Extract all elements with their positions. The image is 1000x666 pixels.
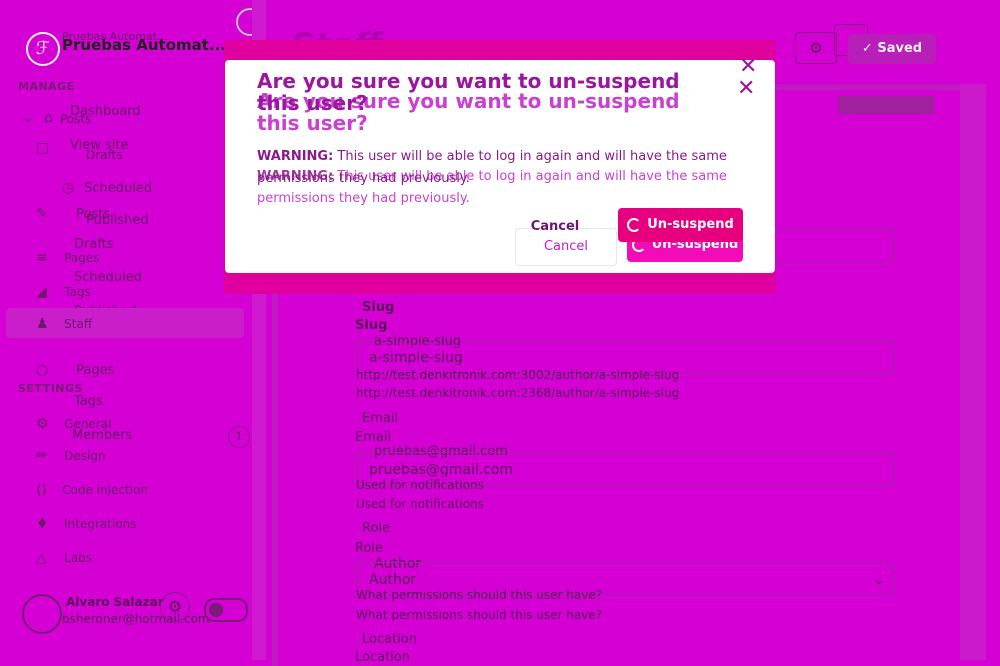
- window-icon: □: [36, 140, 50, 156]
- puzzle-icon: ♦: [36, 516, 49, 532]
- sidebar-item-posts-echo: Posts: [60, 112, 92, 126]
- circle-icon: ○: [36, 362, 49, 378]
- email-hint: Used for notifications: [356, 478, 484, 492]
- slug-url-hint-echo: http://test.denkitronik.com:2368/author/…: [356, 386, 680, 400]
- sidebar-item-label: Staff: [64, 317, 93, 331]
- sidebar-item-posts-collapse[interactable]: ⌄ ⌂: [22, 106, 62, 130]
- sidebar-item-label: Scheduled: [84, 181, 153, 196]
- role-hint: What permissions should this user have?: [356, 588, 603, 602]
- cover-image-bar[interactable]: [838, 96, 934, 114]
- modal-warning: WARNING: This user will be able to log i…: [257, 146, 737, 190]
- sidebar-item-drafts-echo: Drafts: [86, 148, 123, 162]
- sidebar-item-pages-sub[interactable]: ○ Pages: [36, 358, 114, 382]
- gear-icon: ⚙: [36, 416, 49, 432]
- location-label-echo: Location: [362, 632, 417, 647]
- settings-gear-icon-button[interactable]: ⚙: [795, 32, 837, 64]
- slug-label-echo: Slug: [362, 300, 395, 315]
- close-icon[interactable]: ✕: [739, 56, 757, 78]
- settings-gear-icon[interactable]: ⚙: [160, 592, 190, 622]
- close-icon-echo[interactable]: ✕: [737, 78, 755, 100]
- sidebar-item-label: Integrations: [64, 517, 137, 531]
- sidebar-item-label: Labs: [64, 551, 93, 565]
- role-select-value: Author: [369, 572, 417, 588]
- slug-label: Slug: [355, 318, 388, 333]
- spinner-icon: [627, 217, 642, 232]
- night-mode-toggle[interactable]: [204, 598, 248, 622]
- email-label-echo: Email: [362, 411, 399, 426]
- sidebar-item-design[interactable]: ✏ Design: [36, 444, 106, 468]
- sidebar-item-tags-sub[interactable]: Tags: [74, 394, 103, 409]
- chevron-down-icon: ⌄: [22, 110, 34, 126]
- sidebar-item-staff[interactable]: ♟ Staff: [36, 312, 92, 336]
- email-label: Email: [355, 430, 392, 445]
- flask-icon: △: [36, 550, 47, 566]
- sidebar-item-code-injection[interactable]: ⟨⟩ Code injection: [36, 478, 148, 502]
- user-name[interactable]: Alvaro Salazar: [66, 595, 164, 609]
- email-field-value: pruebas@gmail.com: [369, 462, 514, 478]
- page-icon: ≡: [36, 250, 48, 266]
- sidebar-item-label: Pages: [64, 251, 100, 265]
- role-label-echo: Role: [362, 521, 391, 536]
- sidebar-item-pages[interactable]: ≡ Pages: [36, 246, 99, 270]
- sidebar-item-label: Tags: [64, 285, 91, 299]
- check-icon: ✓: [861, 41, 873, 56]
- site-logo-icon[interactable]: ℱ: [26, 32, 60, 66]
- sidebar-item-label: Pages: [76, 363, 115, 378]
- chevron-down-icon: ⌄: [873, 572, 885, 588]
- sidebar-item-published-echo: Published: [86, 213, 149, 228]
- slug-value-echo: a-simple-slug: [374, 334, 462, 349]
- sidebar-item-integrations[interactable]: ♦ Integrations: [36, 512, 137, 536]
- sidebar-item-label: Design: [64, 449, 106, 463]
- code-icon: ⟨⟩: [36, 482, 47, 498]
- warning-label: WARNING:: [257, 149, 334, 164]
- avatar[interactable]: [22, 594, 62, 634]
- section-manage: MANAGE: [18, 80, 75, 93]
- slug-url-hint: http://test.denkitronik.com:3002/author/…: [356, 368, 680, 382]
- main-scrollbar[interactable]: [960, 84, 986, 660]
- brush-icon: ✏: [36, 448, 48, 464]
- site-name[interactable]: Pruebas Automat...: [62, 36, 226, 54]
- sidebar-item-labs[interactable]: △ Labs: [36, 546, 92, 570]
- unsuspend-modal: Are you sure you want to un-suspend this…: [225, 56, 775, 273]
- unsuspend-label: Un-suspend: [647, 217, 734, 232]
- role-label: Role: [355, 541, 384, 556]
- save-button-label: Saved: [877, 41, 923, 56]
- sidebar-item-members[interactable]: Members: [72, 428, 132, 443]
- sidebar-item-view-site-icon: □: [36, 136, 54, 160]
- cancel-button[interactable]: Cancel: [515, 216, 595, 238]
- slug-field-value: a-simple-slug: [369, 350, 463, 366]
- people-icon: ♟: [36, 316, 49, 332]
- members-count-badge: 1: [228, 426, 250, 448]
- edit-icon: ✎: [36, 206, 48, 222]
- unsuspend-button[interactable]: Un-suspend: [618, 208, 743, 242]
- save-button[interactable]: ✓ Saved: [848, 34, 936, 64]
- location-label: Location: [355, 650, 410, 665]
- sidebar: ℱ Pruebas Automat... Pruebas Automat... …: [0, 0, 252, 660]
- sidebar-item-label: Code injection: [62, 483, 148, 497]
- role-hint-echo: What permissions should this user have?: [356, 608, 603, 622]
- clock-icon: ◷: [62, 180, 75, 196]
- modal-title: Are you sure you want to un-suspend this…: [257, 69, 680, 115]
- tag-icon: ◢: [36, 284, 47, 300]
- email-hint-echo: Used for notifications: [356, 497, 484, 511]
- sidebar-item-tags[interactable]: ◢ Tags: [36, 280, 91, 304]
- sidebar-item-scheduled[interactable]: ◷ Scheduled: [62, 176, 152, 200]
